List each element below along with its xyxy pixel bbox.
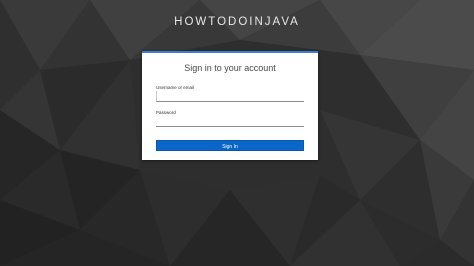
password-input[interactable]	[156, 116, 304, 127]
username-input[interactable]	[156, 91, 304, 102]
realm-title: HOWTODOINJAVA	[174, 16, 300, 28]
login-header: Sign in to your account	[184, 63, 276, 73]
sign-in-button[interactable]: Sign In	[156, 140, 304, 151]
login-page: HOWTODOINJAVA Sign in to your account Us…	[0, 0, 474, 266]
login-card: Sign in to your account Username or emai…	[142, 51, 318, 160]
